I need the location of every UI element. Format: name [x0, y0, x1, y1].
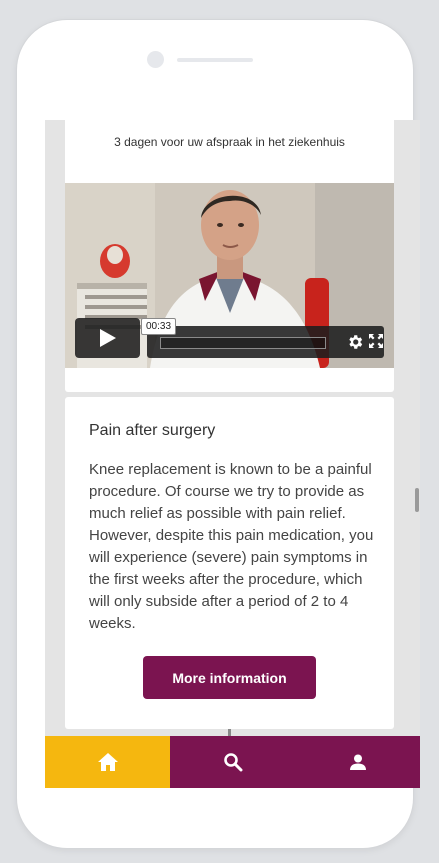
play-icon	[100, 329, 116, 347]
gear-icon[interactable]	[346, 333, 364, 351]
video-controls: 00:33	[75, 318, 384, 358]
video-card: 3 dagen voor uw afspraak in het ziekenhu…	[65, 120, 394, 392]
fullscreen-icon[interactable]	[369, 334, 383, 348]
progress-track[interactable]	[160, 337, 326, 349]
search-icon	[223, 753, 242, 772]
profile-icon	[349, 754, 366, 770]
appointment-countdown: 3 dagen voor uw afspraak in het ziekenhu…	[114, 135, 345, 149]
more-information-button[interactable]: More information	[143, 656, 316, 699]
info-card: Pain after surgery Knee replacement is k…	[65, 397, 394, 729]
card-body-text: Knee replacement is known to be a painfu…	[89, 461, 374, 632]
bottom-tab-bar	[45, 736, 420, 788]
tab-home[interactable]	[45, 736, 170, 788]
video-player[interactable]: 00:33	[65, 183, 394, 368]
tab-profile[interactable]	[295, 736, 420, 788]
card-title: Pain after surgery	[89, 422, 216, 439]
scrollbar[interactable]	[415, 488, 419, 512]
app-screen: 3 dagen voor uw afspraak in het ziekenhu…	[45, 120, 420, 788]
speaker	[177, 58, 253, 62]
time-tooltip: 00:33	[141, 318, 177, 335]
phone-frame: 3 dagen voor uw afspraak in het ziekenhu…	[17, 20, 420, 848]
control-bar	[147, 326, 384, 358]
tab-search[interactable]	[170, 736, 295, 788]
home-icon	[97, 753, 118, 771]
play-button[interactable]	[75, 318, 140, 358]
camera	[147, 51, 164, 68]
